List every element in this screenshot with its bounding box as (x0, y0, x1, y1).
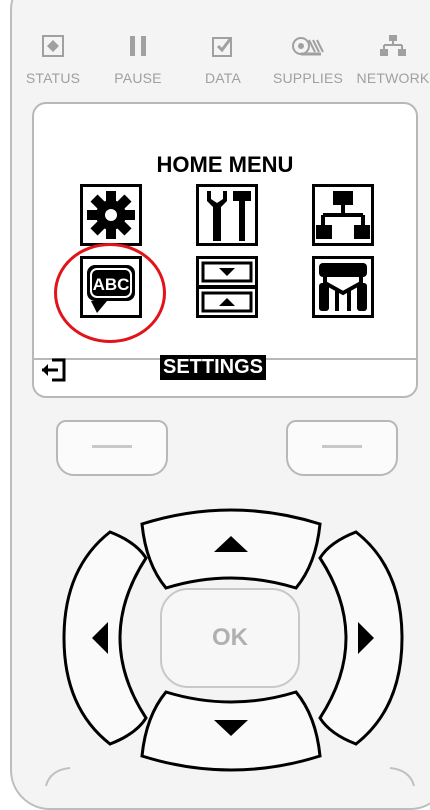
left-softkey[interactable] (56, 420, 168, 476)
svg-text:ABC: ABC (93, 275, 130, 294)
tools-icon[interactable] (196, 184, 258, 246)
status-indicator: STATUS (13, 34, 93, 86)
right-arrow-button[interactable] (314, 528, 406, 748)
network-label: NETWORK (356, 70, 430, 86)
pause-indicator: PAUSE (98, 34, 178, 86)
ok-button[interactable]: OK (160, 588, 300, 688)
up-arrow-button[interactable] (136, 504, 326, 592)
language-abc-icon[interactable]: ABC (80, 256, 142, 318)
ports-icon[interactable] (312, 256, 374, 318)
status-indicator-row: STATUS PAUSE DATA SUPPLIES NETWORK (26, 34, 430, 94)
data-indicator: DATA (183, 34, 263, 86)
status-label: STATUS (25, 70, 81, 86)
bottom-row-buttons (45, 767, 415, 786)
supplies-indicator: SUPPLIES (268, 34, 348, 86)
data-label: DATA (204, 70, 242, 86)
pause-label: PAUSE (114, 70, 162, 86)
status-diamond-icon (42, 35, 64, 57)
down-arrow-button[interactable] (136, 688, 326, 776)
supplies-label: SUPPLIES (272, 70, 344, 86)
sensor-icon[interactable] (196, 256, 258, 318)
lcd-screen: HOME MENU ABC SETTINGS (32, 102, 418, 398)
network-tree-icon[interactable] (312, 184, 374, 246)
softkey-bar (92, 445, 132, 448)
supplies-icon (292, 37, 324, 56)
pause-icon (130, 36, 146, 56)
left-arrow-button[interactable] (60, 528, 152, 748)
network-indicator: NETWORK (353, 34, 430, 86)
screen-title: HOME MENU (156, 152, 294, 177)
settings-gear-icon[interactable] (80, 184, 142, 246)
data-icon (212, 37, 233, 57)
back-exit-icon[interactable] (40, 357, 70, 383)
network-icon (380, 35, 406, 56)
selected-item-label: SETTINGS (160, 355, 267, 380)
right-softkey[interactable] (286, 420, 398, 476)
softkey-bar (322, 445, 362, 448)
